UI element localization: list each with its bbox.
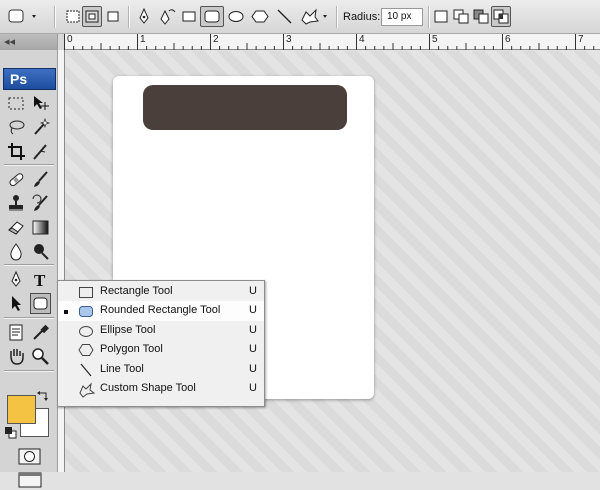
eraser-tool-icon[interactable]	[6, 217, 27, 238]
line-tool-icon[interactable]	[274, 6, 294, 27]
ruler-label: 5	[432, 34, 438, 45]
ruler-label: 1	[140, 34, 146, 45]
type-tool-icon[interactable]: T	[30, 269, 51, 290]
rounded-rectangle-tool-toolbox-icon[interactable]	[30, 293, 51, 314]
line-icon	[78, 363, 94, 377]
paths-mode-icon[interactable]	[82, 6, 102, 27]
menu-item-custom-shape-tool[interactable]: Custom Shape Tool U	[58, 379, 264, 399]
ruler-label: 2	[213, 34, 219, 45]
create-new-shape-layer-icon[interactable]	[432, 6, 450, 27]
ruler-label: 7	[578, 34, 584, 45]
svg-text:T: T	[34, 271, 46, 290]
vertical-ruler[interactable]	[58, 50, 65, 472]
move-tool-icon[interactable]	[30, 93, 51, 114]
rounded-rectangle-shape[interactable]	[143, 85, 347, 130]
magic-wand-tool-icon[interactable]	[30, 117, 51, 138]
add-to-shape-area-icon[interactable]	[452, 6, 470, 27]
shape-tool-flyout-menu: Rectangle Tool U Rounded Rectangle Tool …	[57, 280, 265, 407]
ellipse-icon	[78, 324, 94, 338]
healing-brush-tool-icon[interactable]	[6, 169, 27, 190]
quick-mask-icon[interactable]	[18, 447, 42, 467]
options-bar: Radius: 10 px	[0, 0, 600, 34]
custom-shape-tool-icon[interactable]	[298, 6, 332, 27]
radius-label: Radius:	[343, 11, 381, 23]
crop-tool-icon[interactable]	[6, 141, 27, 162]
foreground-color-swatch[interactable]	[7, 395, 36, 424]
rectangle-icon	[78, 285, 94, 299]
toolbox: ◂◂ Ps T	[0, 34, 58, 488]
intersect-shape-areas-icon[interactable]	[491, 6, 511, 27]
toolbox-grip[interactable]: ◂◂	[0, 34, 57, 50]
subtract-from-shape-area-icon[interactable]	[472, 6, 490, 27]
default-colors-icon[interactable]	[4, 426, 18, 440]
rounded-rectangle-tool-icon[interactable]	[200, 6, 224, 27]
eyedropper-tool-icon[interactable]	[30, 322, 51, 343]
polygon-tool-icon[interactable]	[250, 6, 270, 27]
notes-tool-icon[interactable]	[6, 322, 27, 343]
menu-item-rounded-rectangle-tool[interactable]: Rounded Rectangle Tool U	[58, 301, 264, 321]
marquee-tool-icon[interactable]	[6, 93, 27, 114]
ruler-label: 0	[67, 34, 73, 45]
custom-shape-icon	[78, 382, 96, 398]
ellipse-tool-icon[interactable]	[226, 6, 246, 27]
photoshop-logo[interactable]: Ps	[3, 68, 56, 90]
lasso-tool-icon[interactable]	[6, 117, 27, 138]
slice-tool-icon[interactable]	[30, 141, 51, 162]
ruler-label: 6	[505, 34, 511, 45]
pen-tool-icon-toolbox[interactable]	[6, 269, 27, 290]
menu-item-polygon-tool[interactable]: Polygon Tool U	[58, 340, 264, 360]
ruler-label: 4	[359, 34, 365, 45]
hand-tool-icon[interactable]	[6, 346, 27, 367]
pen-tool-icon[interactable]	[134, 6, 154, 27]
screen-mode-icon[interactable]	[18, 470, 44, 490]
dodge-tool-icon[interactable]	[30, 241, 51, 262]
ruler-label: 3	[286, 34, 292, 45]
path-selection-tool-icon[interactable]	[6, 293, 27, 314]
clone-stamp-tool-icon[interactable]	[6, 193, 27, 214]
zoom-tool-icon[interactable]	[30, 346, 51, 367]
history-brush-tool-icon[interactable]	[30, 193, 51, 214]
menu-item-ellipse-tool[interactable]: Ellipse Tool U	[58, 321, 264, 341]
rectangle-tool-icon[interactable]	[180, 6, 198, 27]
menu-item-rectangle-tool[interactable]: Rectangle Tool U	[58, 282, 264, 302]
blur-tool-icon[interactable]	[6, 241, 27, 262]
brush-tool-icon[interactable]	[30, 169, 51, 190]
tool-preset-picker[interactable]	[6, 6, 42, 27]
gradient-tool-icon[interactable]	[30, 217, 51, 238]
selected-bullet	[64, 310, 68, 314]
fill-pixels-mode-icon[interactable]	[104, 6, 122, 27]
polygon-icon	[78, 343, 94, 357]
swap-colors-icon[interactable]	[36, 390, 50, 402]
shape-layers-mode-icon[interactable]	[64, 6, 82, 27]
radius-input[interactable]: 10 px	[381, 8, 423, 26]
freeform-pen-tool-icon[interactable]	[156, 6, 178, 27]
horizontal-ruler[interactable]: 0 1 2 3 4 5 6 7	[64, 34, 600, 50]
rounded-rectangle-icon	[78, 304, 94, 318]
menu-item-line-tool[interactable]: Line Tool U	[58, 360, 264, 380]
